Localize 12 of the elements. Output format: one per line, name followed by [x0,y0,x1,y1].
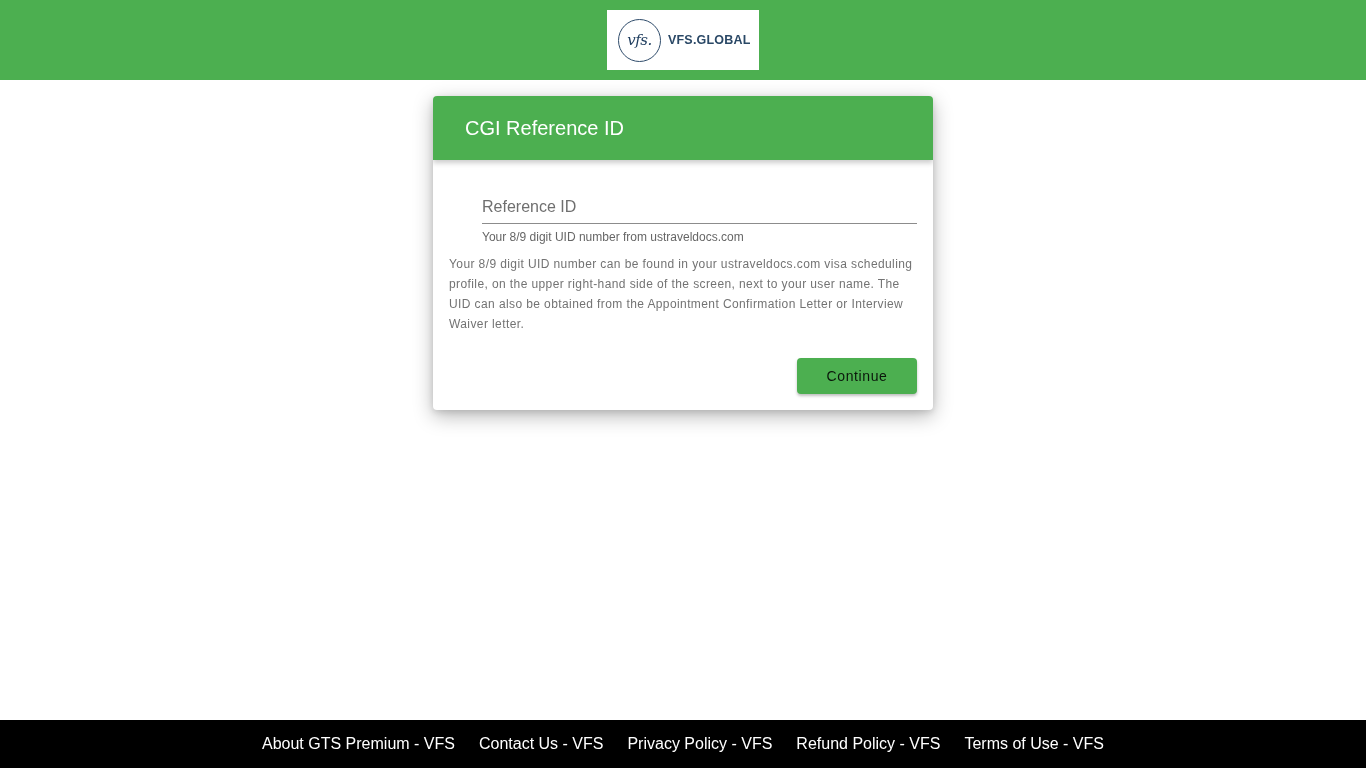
field-hint: Your 8/9 digit UID number from ustraveldocs.com [482,229,745,245]
logo-wordmark: VFS.GLOBAL [668,33,751,47]
card-title: CGI Reference ID [465,116,624,140]
footer-link[interactable]: Contact Us - VFS [478,735,604,753]
logo-tile[interactable]: vfs. VFS.GLOBAL [607,10,759,70]
continue-button[interactable]: Continue [797,358,917,394]
footer-link[interactable]: Refund Policy - VFS [796,735,941,753]
description-text: Your 8/9 digit UID number can be found in your ustraveldocs.com visa scheduling profile, on the upper right-hand side of the screen, next to your user name. The UID can also be obtained from the Appointment Confirmation Letter or Interview Waiver letter. [449,256,914,333]
footer-link[interactable]: Terms of Use - VFS [964,735,1104,753]
footer-link[interactable]: About GTS Premium - VFS [262,735,455,753]
footer-link[interactable]: Privacy Policy - VFS [627,735,773,753]
reference-id-input[interactable]: Reference ID [482,190,917,224]
